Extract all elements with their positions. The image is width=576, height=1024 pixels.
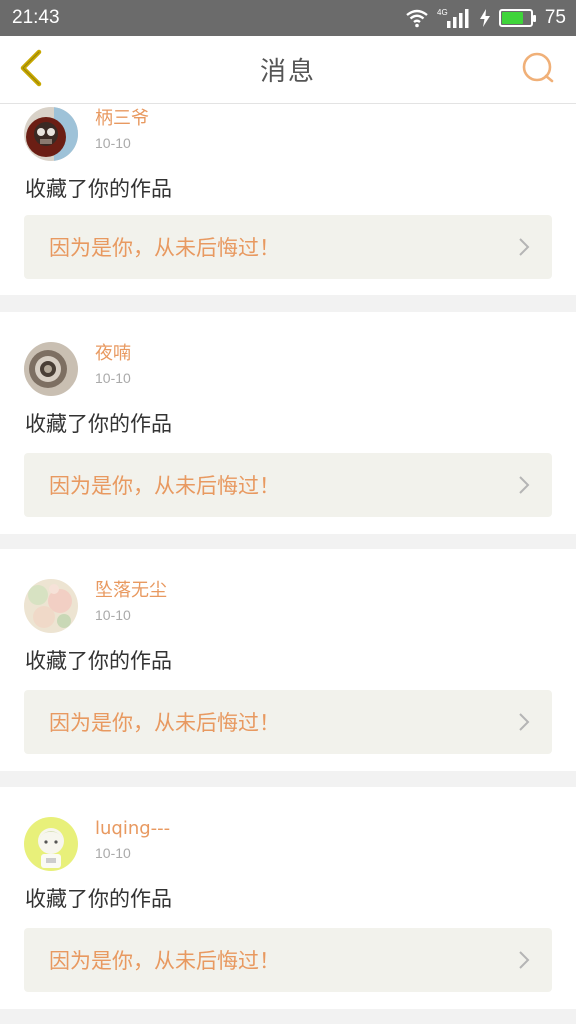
message-date: 10-10 bbox=[95, 370, 131, 386]
network-type: 4G bbox=[437, 8, 448, 17]
message-card: 坠落无尘 10-10 收藏了你的作品 因为是你，从未后悔过！ bbox=[0, 549, 576, 771]
avatar[interactable] bbox=[24, 107, 78, 161]
search-icon bbox=[521, 51, 555, 89]
user-meta: 夜喃 10-10 bbox=[95, 342, 131, 388]
message-card: 夜喃 10-10 收藏了你的作品 因为是你，从未后悔过！ bbox=[0, 312, 576, 534]
message-date: 10-10 bbox=[95, 845, 131, 861]
status-bar: 21:43 4G 75 bbox=[0, 0, 576, 36]
message-action: 收藏了你的作品 bbox=[25, 887, 172, 911]
chevron-right-icon bbox=[518, 950, 530, 970]
search-button[interactable] bbox=[520, 52, 556, 88]
avatar[interactable] bbox=[24, 342, 78, 396]
work-link[interactable]: 因为是你，从未后悔过！ bbox=[24, 690, 552, 754]
wifi-icon bbox=[405, 8, 429, 28]
message-user[interactable]: luqing--- 10-10 bbox=[24, 817, 170, 873]
message-user[interactable]: 夜喃 10-10 bbox=[24, 342, 131, 398]
work-title: 因为是你，从未后悔过！ bbox=[49, 711, 280, 735]
avatar[interactable] bbox=[24, 817, 78, 871]
username[interactable]: 夜喃 bbox=[95, 342, 131, 366]
signal-icon: 4G bbox=[437, 7, 471, 29]
chevron-right-icon bbox=[518, 475, 530, 495]
chevron-right-icon bbox=[518, 237, 530, 257]
work-link[interactable]: 因为是你，从未后悔过！ bbox=[24, 928, 552, 992]
chevron-left-icon bbox=[15, 48, 45, 92]
message-card: luqing--- 10-10 收藏了你的作品 因为是你，从未后悔过！ bbox=[0, 787, 576, 1009]
status-icons: 4G 75 bbox=[405, 7, 566, 29]
message-action: 收藏了你的作品 bbox=[25, 412, 172, 436]
battery-level: 75 bbox=[544, 7, 566, 28]
username[interactable]: 坠落无尘 bbox=[95, 579, 167, 603]
message-list[interactable]: 柄三爷 10-10 收藏了你的作品 因为是你，从未后悔过！ 夜喃 10-10 收… bbox=[0, 104, 576, 1024]
message-date: 10-10 bbox=[95, 607, 131, 623]
work-title: 因为是你，从未后悔过！ bbox=[49, 236, 280, 260]
username[interactable]: 柄三爷 bbox=[95, 107, 149, 131]
avatar[interactable] bbox=[24, 579, 78, 633]
chevron-right-icon bbox=[518, 712, 530, 732]
message-user[interactable]: 柄三爷 10-10 bbox=[24, 107, 149, 163]
back-button[interactable] bbox=[14, 48, 46, 92]
message-action: 收藏了你的作品 bbox=[25, 177, 172, 201]
message-action: 收藏了你的作品 bbox=[25, 649, 172, 673]
user-meta: 柄三爷 10-10 bbox=[95, 107, 149, 153]
work-link[interactable]: 因为是你，从未后悔过！ bbox=[24, 453, 552, 517]
user-meta: 坠落无尘 10-10 bbox=[95, 579, 167, 625]
work-title: 因为是你，从未后悔过！ bbox=[49, 474, 280, 498]
work-title: 因为是你，从未后悔过！ bbox=[49, 949, 280, 973]
user-meta: luqing--- 10-10 bbox=[95, 817, 170, 863]
message-card: 柄三爷 10-10 收藏了你的作品 因为是你，从未后悔过！ bbox=[0, 104, 576, 295]
message-date: 10-10 bbox=[95, 135, 131, 151]
work-link[interactable]: 因为是你，从未后悔过！ bbox=[24, 215, 552, 279]
message-user[interactable]: 坠落无尘 10-10 bbox=[24, 579, 167, 635]
username[interactable]: luqing--- bbox=[95, 817, 170, 841]
page-title: 消息 bbox=[259, 57, 316, 87]
status-time: 21:43 bbox=[12, 7, 60, 28]
battery-icon bbox=[498, 9, 536, 27]
nav-bar: 消息 bbox=[0, 36, 576, 104]
battery-fill bbox=[501, 12, 523, 24]
charging-icon bbox=[479, 9, 491, 27]
